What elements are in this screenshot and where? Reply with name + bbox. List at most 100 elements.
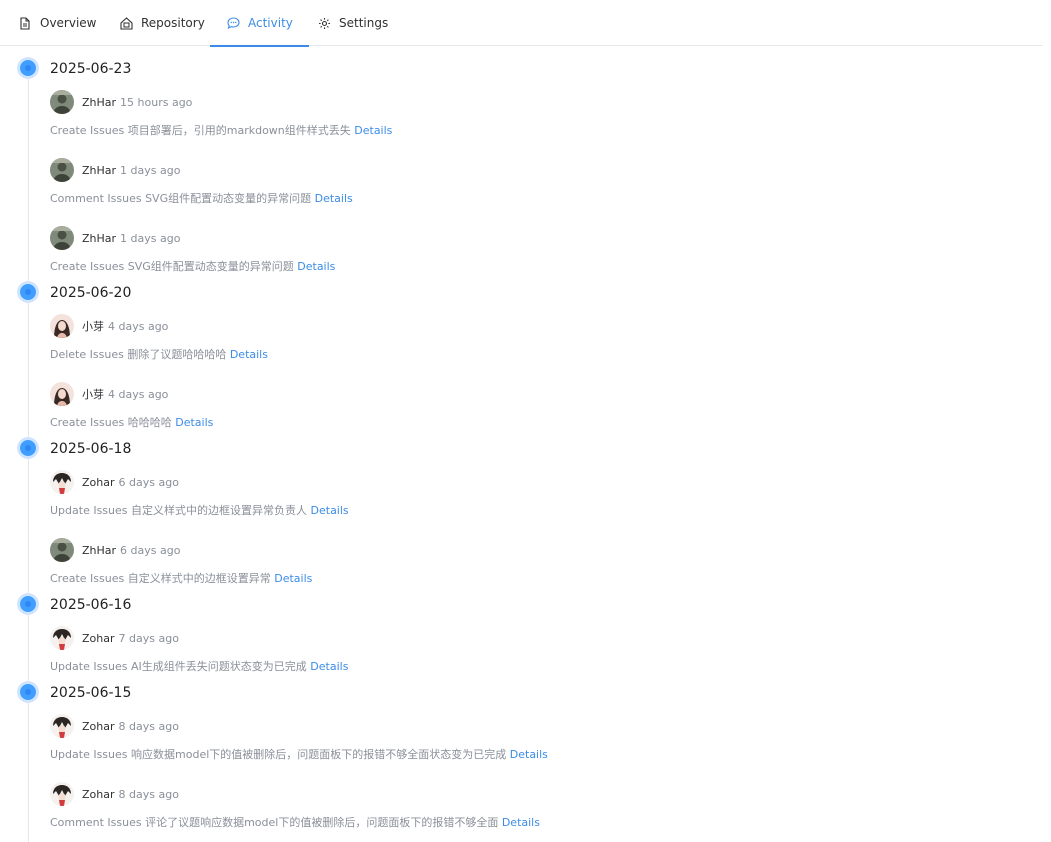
avatar[interactable] [50, 470, 74, 494]
activity-entry-header: ZhHar 1 days ago [50, 226, 180, 250]
comment-icon [226, 16, 240, 30]
timestamp: 4 days ago [108, 319, 169, 333]
avatar[interactable] [50, 382, 74, 406]
avatar[interactable] [50, 90, 74, 114]
tab-settings[interactable]: Settings [317, 0, 388, 46]
timeline-dot [20, 596, 36, 612]
timestamp: 6 days ago [120, 543, 181, 557]
timestamp: 8 days ago [118, 719, 179, 733]
timeline-date: 2025-06-18 [50, 441, 132, 457]
activity-text: AI生成组件丢失问题状态变为已完成 [131, 660, 307, 673]
details-link[interactable]: Details [175, 416, 213, 429]
activity-entry-header: 小芽 4 days ago [50, 382, 168, 406]
username[interactable]: 小芽 [82, 318, 104, 334]
activity-description: Comment Issues 评论了议题响应数据model下的值被删除后，问题面… [50, 816, 540, 830]
details-link[interactable]: Details [315, 192, 353, 205]
avatar[interactable] [50, 782, 74, 806]
details-link[interactable]: Details [274, 572, 312, 585]
activity-text: 删除了议题哈哈哈哈 [127, 348, 227, 361]
activity-action: Comment Issues [50, 192, 142, 205]
timeline-dot [20, 684, 36, 700]
timestamp: 6 days ago [118, 475, 179, 489]
tab-overview-label: Overview [40, 16, 97, 30]
activity-entry-header: ZhHar 6 days ago [50, 538, 180, 562]
gear-icon [317, 16, 331, 30]
avatar[interactable] [50, 226, 74, 250]
timestamp: 1 days ago [120, 163, 181, 177]
details-link[interactable]: Details [510, 748, 548, 761]
username[interactable]: Zohar [82, 476, 115, 489]
activity-entry-header: Zohar 6 days ago [50, 470, 179, 494]
activity-action: Create Issues [50, 572, 125, 585]
activity-entry-header: Zohar 8 days ago [50, 782, 179, 806]
avatar[interactable] [50, 714, 74, 738]
activity-entry-header: 小芽 4 days ago [50, 314, 168, 338]
details-link[interactable]: Details [311, 504, 349, 517]
avatar[interactable] [50, 626, 74, 650]
timestamp: 15 hours ago [120, 95, 193, 109]
timestamp: 8 days ago [118, 787, 179, 801]
activity-text: 哈哈哈哈 [127, 416, 172, 429]
tab-activity-label: Activity [248, 16, 293, 30]
activity-text: SVG组件配置动态变量的异常问题 [127, 260, 294, 273]
username[interactable]: Zohar [82, 632, 115, 645]
timeline-dot [20, 440, 36, 456]
timestamp: 1 days ago [120, 231, 181, 245]
tab-overview[interactable]: Overview [18, 0, 97, 46]
timestamp: 7 days ago [118, 631, 179, 645]
avatar[interactable] [50, 158, 74, 182]
activity-description: Update Issues 响应数据model下的值被删除后，问题面板下的报错不… [50, 748, 548, 762]
username[interactable]: ZhHar [82, 544, 116, 557]
activity-action: Update Issues [50, 660, 128, 673]
timeline-date: 2025-06-15 [50, 685, 132, 701]
details-link[interactable]: Details [297, 260, 335, 273]
activity-action: Update Issues [50, 504, 128, 517]
tab-activity[interactable]: Activity [210, 0, 309, 47]
activity-text: 项目部署后，引用的markdown组件样式丢失 [127, 124, 351, 137]
timeline-date: 2025-06-23 [50, 61, 132, 77]
avatar[interactable] [50, 538, 74, 562]
activity-entry-header: ZhHar 15 hours ago [50, 90, 192, 114]
username[interactable]: ZhHar [82, 164, 116, 177]
activity-description: Update Issues AI生成组件丢失问题状态变为已完成 Details [50, 660, 348, 674]
activity-text: 自定义样式中的边框设置异常 [127, 572, 271, 585]
username[interactable]: 小芽 [82, 386, 104, 402]
activity-action: Create Issues [50, 124, 125, 137]
timeline-dot [20, 284, 36, 300]
activity-description: Comment Issues SVG组件配置动态变量的异常问题 Details [50, 192, 353, 206]
activity-text: 响应数据model下的值被删除后，问题面板下的报错不够全面状态变为已完成 [131, 748, 507, 761]
timeline-dot [20, 60, 36, 76]
activity-action: Update Issues [50, 748, 128, 761]
activity-action: Comment Issues [50, 816, 142, 829]
tab-settings-label: Settings [339, 16, 389, 30]
activity-description: Update Issues 自定义样式中的边框设置异常负责人 Details [50, 504, 349, 518]
activity-action: Create Issues [50, 416, 125, 429]
activity-description: Create Issues SVG组件配置动态变量的异常问题 Details [50, 260, 335, 274]
activity-text: 评论了议题响应数据model下的值被删除后，问题面板下的报错不够全面 [145, 816, 499, 829]
tab-repository-label: Repository [141, 16, 205, 30]
tab-repository[interactable]: Repository [119, 0, 205, 46]
activity-action: Create Issues [50, 260, 125, 273]
activity-description: Create Issues 项目部署后，引用的markdown组件样式丢失 De… [50, 124, 392, 138]
activity-text: SVG组件配置动态变量的异常问题 [145, 192, 312, 205]
timestamp: 4 days ago [108, 387, 169, 401]
details-link[interactable]: Details [230, 348, 268, 361]
tab-bar: Overview Repository Activity Settings [0, 0, 1043, 47]
username[interactable]: ZhHar [82, 96, 116, 109]
activity-entry-header: Zohar 8 days ago [50, 714, 179, 738]
activity-entry-header: Zohar 7 days ago [50, 626, 179, 650]
activity-text: 自定义样式中的边框设置异常负责人 [131, 504, 308, 517]
activity-description: Delete Issues 删除了议题哈哈哈哈 Details [50, 348, 268, 362]
timeline-date: 2025-06-20 [50, 285, 132, 301]
repository-icon [119, 16, 133, 30]
details-link[interactable]: Details [502, 816, 540, 829]
details-link[interactable]: Details [310, 660, 348, 673]
activity-action: Delete Issues [50, 348, 124, 361]
username[interactable]: Zohar [82, 720, 115, 733]
username[interactable]: ZhHar [82, 232, 116, 245]
activity-description: Create Issues 自定义样式中的边框设置异常 Details [50, 572, 312, 586]
details-link[interactable]: Details [354, 124, 392, 137]
username[interactable]: Zohar [82, 788, 115, 801]
avatar[interactable] [50, 314, 74, 338]
activity-entry-header: ZhHar 1 days ago [50, 158, 180, 182]
